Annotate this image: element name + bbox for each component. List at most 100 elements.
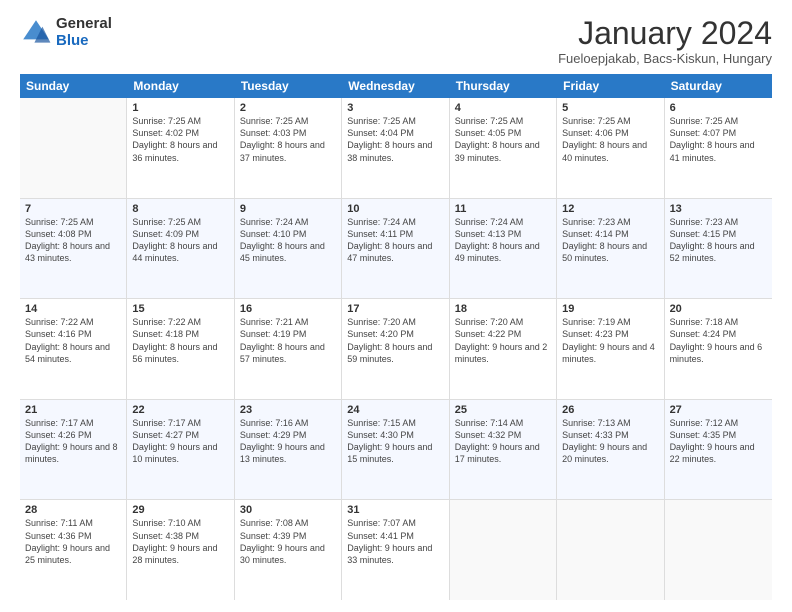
calendar-cell: 7Sunrise: 7:25 AMSunset: 4:08 PMDaylight… <box>20 199 127 299</box>
calendar-cell: 12Sunrise: 7:23 AMSunset: 4:14 PMDayligh… <box>557 199 664 299</box>
cell-info: Sunrise: 7:12 AMSunset: 4:35 PMDaylight:… <box>670 417 767 466</box>
calendar-cell: 19Sunrise: 7:19 AMSunset: 4:23 PMDayligh… <box>557 299 664 399</box>
day-number: 23 <box>240 404 336 416</box>
calendar-cell: 17Sunrise: 7:20 AMSunset: 4:20 PMDayligh… <box>342 299 449 399</box>
calendar-header: SundayMondayTuesdayWednesdayThursdayFrid… <box>20 74 772 98</box>
cell-info: Sunrise: 7:15 AMSunset: 4:30 PMDaylight:… <box>347 417 443 466</box>
day-number: 19 <box>562 303 658 315</box>
calendar-cell: 15Sunrise: 7:22 AMSunset: 4:18 PMDayligh… <box>127 299 234 399</box>
day-number: 26 <box>562 404 658 416</box>
cell-info: Sunrise: 7:19 AMSunset: 4:23 PMDaylight:… <box>562 316 658 365</box>
calendar-cell: 1Sunrise: 7:25 AMSunset: 4:02 PMDaylight… <box>127 98 234 198</box>
calendar-week-1: 1Sunrise: 7:25 AMSunset: 4:02 PMDaylight… <box>20 98 772 199</box>
cell-info: Sunrise: 7:16 AMSunset: 4:29 PMDaylight:… <box>240 417 336 466</box>
calendar-cell: 14Sunrise: 7:22 AMSunset: 4:16 PMDayligh… <box>20 299 127 399</box>
cell-info: Sunrise: 7:21 AMSunset: 4:19 PMDaylight:… <box>240 316 336 365</box>
location: Fueloepjakab, Bacs-Kiskun, Hungary <box>558 51 772 66</box>
calendar-week-2: 7Sunrise: 7:25 AMSunset: 4:08 PMDaylight… <box>20 199 772 300</box>
header-day-monday: Monday <box>127 74 234 98</box>
day-number: 30 <box>240 504 336 516</box>
cell-info: Sunrise: 7:25 AMSunset: 4:08 PMDaylight:… <box>25 216 121 265</box>
calendar-cell: 29Sunrise: 7:10 AMSunset: 4:38 PMDayligh… <box>127 500 234 600</box>
day-number: 29 <box>132 504 228 516</box>
calendar-body: 1Sunrise: 7:25 AMSunset: 4:02 PMDaylight… <box>20 98 772 600</box>
cell-info: Sunrise: 7:25 AMSunset: 4:02 PMDaylight:… <box>132 115 228 164</box>
calendar-cell: 10Sunrise: 7:24 AMSunset: 4:11 PMDayligh… <box>342 199 449 299</box>
calendar-cell: 22Sunrise: 7:17 AMSunset: 4:27 PMDayligh… <box>127 400 234 500</box>
logo-general-text: General <box>56 16 112 33</box>
logo-text: General Blue <box>56 16 112 49</box>
calendar-cell: 21Sunrise: 7:17 AMSunset: 4:26 PMDayligh… <box>20 400 127 500</box>
cell-info: Sunrise: 7:25 AMSunset: 4:09 PMDaylight:… <box>132 216 228 265</box>
cell-info: Sunrise: 7:20 AMSunset: 4:22 PMDaylight:… <box>455 316 551 365</box>
cell-info: Sunrise: 7:25 AMSunset: 4:07 PMDaylight:… <box>670 115 767 164</box>
day-number: 3 <box>347 102 443 114</box>
cell-info: Sunrise: 7:17 AMSunset: 4:26 PMDaylight:… <box>25 417 121 466</box>
calendar-cell: 30Sunrise: 7:08 AMSunset: 4:39 PMDayligh… <box>235 500 342 600</box>
header: General Blue January 2024 Fueloepjakab, … <box>20 16 772 66</box>
calendar: SundayMondayTuesdayWednesdayThursdayFrid… <box>20 74 772 600</box>
day-number: 9 <box>240 203 336 215</box>
calendar-week-3: 14Sunrise: 7:22 AMSunset: 4:16 PMDayligh… <box>20 299 772 400</box>
day-number: 17 <box>347 303 443 315</box>
calendar-cell: 28Sunrise: 7:11 AMSunset: 4:36 PMDayligh… <box>20 500 127 600</box>
cell-info: Sunrise: 7:18 AMSunset: 4:24 PMDaylight:… <box>670 316 767 365</box>
logo-icon <box>20 17 52 49</box>
day-number: 25 <box>455 404 551 416</box>
calendar-cell: 24Sunrise: 7:15 AMSunset: 4:30 PMDayligh… <box>342 400 449 500</box>
cell-info: Sunrise: 7:25 AMSunset: 4:06 PMDaylight:… <box>562 115 658 164</box>
day-number: 27 <box>670 404 767 416</box>
day-number: 2 <box>240 102 336 114</box>
cell-info: Sunrise: 7:13 AMSunset: 4:33 PMDaylight:… <box>562 417 658 466</box>
cell-info: Sunrise: 7:14 AMSunset: 4:32 PMDaylight:… <box>455 417 551 466</box>
cell-info: Sunrise: 7:24 AMSunset: 4:13 PMDaylight:… <box>455 216 551 265</box>
cell-info: Sunrise: 7:17 AMSunset: 4:27 PMDaylight:… <box>132 417 228 466</box>
day-number: 14 <box>25 303 121 315</box>
calendar-cell <box>20 98 127 198</box>
calendar-cell: 4Sunrise: 7:25 AMSunset: 4:05 PMDaylight… <box>450 98 557 198</box>
calendar-cell <box>450 500 557 600</box>
cell-info: Sunrise: 7:25 AMSunset: 4:05 PMDaylight:… <box>455 115 551 164</box>
header-day-friday: Friday <box>557 74 664 98</box>
day-number: 18 <box>455 303 551 315</box>
calendar-cell: 23Sunrise: 7:16 AMSunset: 4:29 PMDayligh… <box>235 400 342 500</box>
cell-info: Sunrise: 7:25 AMSunset: 4:04 PMDaylight:… <box>347 115 443 164</box>
cell-info: Sunrise: 7:23 AMSunset: 4:15 PMDaylight:… <box>670 216 767 265</box>
day-number: 22 <box>132 404 228 416</box>
calendar-cell: 9Sunrise: 7:24 AMSunset: 4:10 PMDaylight… <box>235 199 342 299</box>
day-number: 4 <box>455 102 551 114</box>
day-number: 10 <box>347 203 443 215</box>
cell-info: Sunrise: 7:11 AMSunset: 4:36 PMDaylight:… <box>25 517 121 566</box>
logo-blue-text: Blue <box>56 33 112 50</box>
day-number: 7 <box>25 203 121 215</box>
calendar-cell: 5Sunrise: 7:25 AMSunset: 4:06 PMDaylight… <box>557 98 664 198</box>
calendar-cell: 8Sunrise: 7:25 AMSunset: 4:09 PMDaylight… <box>127 199 234 299</box>
calendar-cell: 11Sunrise: 7:24 AMSunset: 4:13 PMDayligh… <box>450 199 557 299</box>
calendar-cell: 31Sunrise: 7:07 AMSunset: 4:41 PMDayligh… <box>342 500 449 600</box>
header-day-saturday: Saturday <box>665 74 772 98</box>
calendar-cell: 2Sunrise: 7:25 AMSunset: 4:03 PMDaylight… <box>235 98 342 198</box>
calendar-cell <box>665 500 772 600</box>
day-number: 6 <box>670 102 767 114</box>
day-number: 15 <box>132 303 228 315</box>
day-number: 13 <box>670 203 767 215</box>
calendar-cell: 13Sunrise: 7:23 AMSunset: 4:15 PMDayligh… <box>665 199 772 299</box>
calendar-cell <box>557 500 664 600</box>
header-day-tuesday: Tuesday <box>235 74 342 98</box>
day-number: 11 <box>455 203 551 215</box>
day-number: 5 <box>562 102 658 114</box>
day-number: 28 <box>25 504 121 516</box>
day-number: 1 <box>132 102 228 114</box>
cell-info: Sunrise: 7:07 AMSunset: 4:41 PMDaylight:… <box>347 517 443 566</box>
cell-info: Sunrise: 7:10 AMSunset: 4:38 PMDaylight:… <box>132 517 228 566</box>
page: General Blue January 2024 Fueloepjakab, … <box>0 0 792 612</box>
calendar-cell: 16Sunrise: 7:21 AMSunset: 4:19 PMDayligh… <box>235 299 342 399</box>
cell-info: Sunrise: 7:20 AMSunset: 4:20 PMDaylight:… <box>347 316 443 365</box>
cell-info: Sunrise: 7:24 AMSunset: 4:11 PMDaylight:… <box>347 216 443 265</box>
cell-info: Sunrise: 7:22 AMSunset: 4:18 PMDaylight:… <box>132 316 228 365</box>
day-number: 24 <box>347 404 443 416</box>
calendar-cell: 6Sunrise: 7:25 AMSunset: 4:07 PMDaylight… <box>665 98 772 198</box>
calendar-cell: 20Sunrise: 7:18 AMSunset: 4:24 PMDayligh… <box>665 299 772 399</box>
calendar-cell: 3Sunrise: 7:25 AMSunset: 4:04 PMDaylight… <box>342 98 449 198</box>
day-number: 20 <box>670 303 767 315</box>
